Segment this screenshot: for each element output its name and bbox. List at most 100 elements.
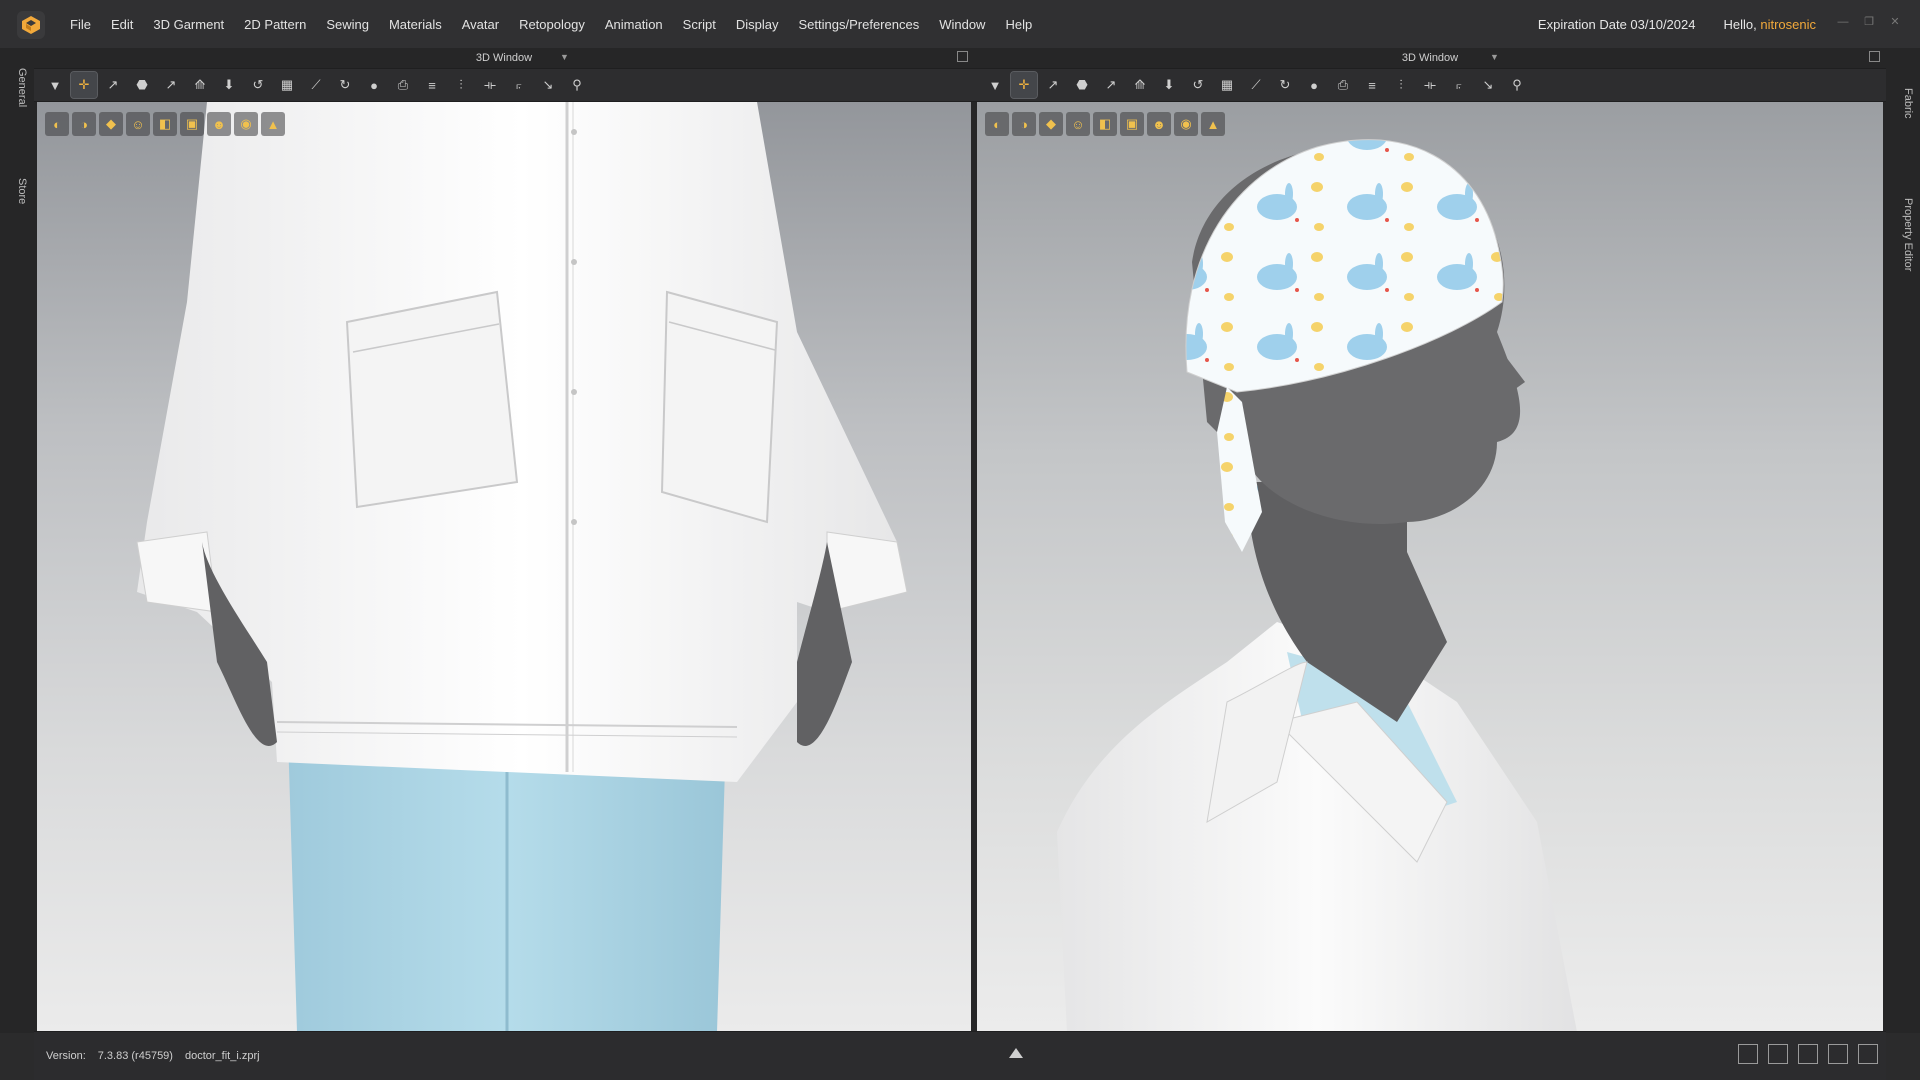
3d-viewport-left[interactable]: ◐ ◑ ◆ ☺ ◧ ▣ ☻ ◉ ▲ <box>37 102 971 1031</box>
select-mesh-icon[interactable]: ▼ <box>982 72 1008 98</box>
fabric-icon[interactable]: ◉ <box>1174 112 1198 136</box>
close-icon[interactable]: ✕ <box>1888 16 1902 28</box>
menu-settings-preferences[interactable]: Settings/Preferences <box>789 17 930 32</box>
select-garment-icon[interactable]: ⬣ <box>1069 72 1095 98</box>
pin-box-icon[interactable]: ⎙ <box>390 72 416 98</box>
point-pin-icon[interactable]: ● <box>361 72 387 98</box>
light-icon[interactable]: ▲ <box>1201 112 1225 136</box>
3d-window-right: 3D Window ▼ ▼ ✛ ↗ ⬣ ↗ ⟰ ⬇ ↺ ▦ ⟋ ↻ ● ⎙ ≡ ⫶ ⟛ ⟔ ↘ ⚲ ◐ ◑ ◆ ☺ ◧ ▣ ☻ ◉… <box>974 48 1886 1032</box>
attach-icon[interactable]: ↘ <box>1475 72 1501 98</box>
skin-icon[interactable]: ☻ <box>1147 112 1171 136</box>
pin-icon[interactable]: ↻ <box>1272 72 1298 98</box>
show-avatar-icon[interactable]: ◐ <box>45 112 69 136</box>
show-texture-icon[interactable]: ◆ <box>1039 112 1063 136</box>
button-icon[interactable]: ⟛ <box>1417 72 1443 98</box>
show-avatar-icon[interactable]: ◐ <box>985 112 1009 136</box>
tab-general[interactable]: General <box>8 68 28 107</box>
select-mesh-icon[interactable]: ▼ <box>42 72 68 98</box>
minimize-icon[interactable]: — <box>1836 16 1850 28</box>
menu-edit[interactable]: Edit <box>101 17 143 32</box>
version-label: Version: <box>46 1050 86 1062</box>
tab-fabric[interactable]: Fabric <box>1894 88 1914 119</box>
garment-render-coat-front <box>136 102 908 1031</box>
pin-box-icon[interactable]: ⎙ <box>1330 72 1356 98</box>
show-shadow-icon[interactable]: ◧ <box>1093 112 1117 136</box>
layout-quad-icon[interactable] <box>1828 1044 1848 1064</box>
dropdown-icon[interactable]: ▼ <box>1490 52 1499 62</box>
rotate-tack-icon[interactable]: ▦ <box>274 72 300 98</box>
tab-store[interactable]: Store <box>8 178 28 204</box>
light-icon[interactable]: ▲ <box>261 112 285 136</box>
fold-arrange-icon[interactable]: ⟰ <box>187 72 213 98</box>
popout-icon[interactable] <box>1869 51 1880 62</box>
dropdown-icon[interactable]: ▼ <box>560 52 569 62</box>
layout-single-icon[interactable] <box>1738 1044 1758 1064</box>
menu-2d-pattern[interactable]: 2D Pattern <box>234 17 316 32</box>
menu-animation[interactable]: Animation <box>595 17 673 32</box>
garment-render-head-profile <box>1057 139 1577 1031</box>
menu-script[interactable]: Script <box>673 17 726 32</box>
strap-icon[interactable]: ≡ <box>419 72 445 98</box>
fold-icon[interactable]: ⫶ <box>1388 72 1414 98</box>
show-skeleton-icon[interactable]: ☺ <box>126 112 150 136</box>
grid-icon[interactable]: ⟋ <box>1243 72 1269 98</box>
expand-up-icon[interactable] <box>1009 1048 1023 1058</box>
menu-display[interactable]: Display <box>726 17 789 32</box>
edit-curvature-icon[interactable]: ↗ <box>1098 72 1124 98</box>
render-icon[interactable]: ▣ <box>1120 112 1144 136</box>
show-skeleton-icon[interactable]: ☺ <box>1066 112 1090 136</box>
layout-settings-icon[interactable] <box>1858 1044 1878 1064</box>
fold-arrange-icon[interactable]: ⟰ <box>1127 72 1153 98</box>
mannequin-icon[interactable]: ⚲ <box>1504 72 1530 98</box>
measure-icon[interactable]: ⟔ <box>1446 72 1472 98</box>
left-side-panel: General Store <box>0 48 34 1033</box>
tack-icon[interactable]: ⬇ <box>216 72 242 98</box>
show-texture-icon[interactable]: ◆ <box>99 112 123 136</box>
select-garment-icon[interactable]: ⬣ <box>129 72 155 98</box>
fabric-icon[interactable]: ◉ <box>234 112 258 136</box>
skin-icon[interactable]: ☻ <box>207 112 231 136</box>
attach-icon[interactable]: ↘ <box>535 72 561 98</box>
menu-avatar[interactable]: Avatar <box>452 17 509 32</box>
menu-file[interactable]: File <box>60 17 101 32</box>
show-garment-icon[interactable]: ◑ <box>72 112 96 136</box>
show-garment-icon[interactable]: ◑ <box>1012 112 1036 136</box>
transform-pattern-icon[interactable]: ↗ <box>1040 72 1066 98</box>
mannequin-icon[interactable]: ⚲ <box>564 72 590 98</box>
maximize-icon[interactable]: ❐ <box>1862 16 1876 28</box>
rotate-tack-icon[interactable]: ▦ <box>1214 72 1240 98</box>
layout-triple-icon[interactable] <box>1798 1044 1818 1064</box>
tack-icon[interactable]: ⬇ <box>1156 72 1182 98</box>
button-icon[interactable]: ⟛ <box>477 72 503 98</box>
add-tack-icon[interactable]: ↺ <box>1185 72 1211 98</box>
show-shadow-icon[interactable]: ◧ <box>153 112 177 136</box>
menu-materials[interactable]: Materials <box>379 17 452 32</box>
username[interactable]: nitrosenic <box>1760 17 1816 32</box>
menu-help[interactable]: Help <box>995 17 1042 32</box>
move-icon[interactable]: ✛ <box>70 71 98 99</box>
file-name: doctor_fit_i.zprj <box>184 1050 260 1062</box>
fold-icon[interactable]: ⫶ <box>448 72 474 98</box>
point-pin-icon[interactable]: ● <box>1301 72 1327 98</box>
move-icon[interactable]: ✛ <box>1010 71 1038 99</box>
measure-icon[interactable]: ⟔ <box>506 72 532 98</box>
tab-property-editor[interactable]: Property Editor <box>1894 198 1914 271</box>
edit-curvature-icon[interactable]: ↗ <box>158 72 184 98</box>
pin-icon[interactable]: ↻ <box>332 72 358 98</box>
menu-3d-garment[interactable]: 3D Garment <box>143 17 234 32</box>
3d-toolbar: ▼ ✛ ↗ ⬣ ↗ ⟰ ⬇ ↺ ▦ ⟋ ↻ ● ⎙ ≡ ⫶ ⟛ ⟔ ↘ ⚲ <box>34 68 974 102</box>
menu-retopology[interactable]: Retopology <box>509 17 595 32</box>
menu-sewing[interactable]: Sewing <box>316 17 379 32</box>
menu-window[interactable]: Window <box>929 17 995 32</box>
add-tack-icon[interactable]: ↺ <box>245 72 271 98</box>
app-logo-icon[interactable] <box>17 11 45 39</box>
3d-toolbar: ▼ ✛ ↗ ⬣ ↗ ⟰ ⬇ ↺ ▦ ⟋ ↻ ● ⎙ ≡ ⫶ ⟛ ⟔ ↘ ⚲ <box>974 68 1886 102</box>
transform-pattern-icon[interactable]: ↗ <box>100 72 126 98</box>
render-icon[interactable]: ▣ <box>180 112 204 136</box>
viewport-toolbar: ◐ ◑ ◆ ☺ ◧ ▣ ☻ ◉ ▲ <box>985 112 1225 136</box>
strap-icon[interactable]: ≡ <box>1359 72 1385 98</box>
layout-split-icon[interactable] <box>1768 1044 1788 1064</box>
3d-viewport-right[interactable]: ◐ ◑ ◆ ☺ ◧ ▣ ☻ ◉ ▲ <box>977 102 1883 1031</box>
grid-icon[interactable]: ⟋ <box>303 72 329 98</box>
popout-icon[interactable] <box>957 51 968 62</box>
